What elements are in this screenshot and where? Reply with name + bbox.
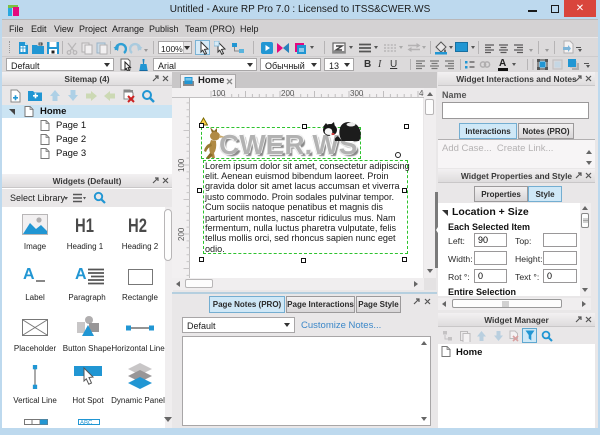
svg-text:300: 300 — [350, 89, 364, 98]
svg-text:ABC: ABC — [80, 421, 93, 427]
svg-text:200: 200 — [281, 89, 295, 98]
svg-text:100: 100 — [212, 89, 226, 98]
